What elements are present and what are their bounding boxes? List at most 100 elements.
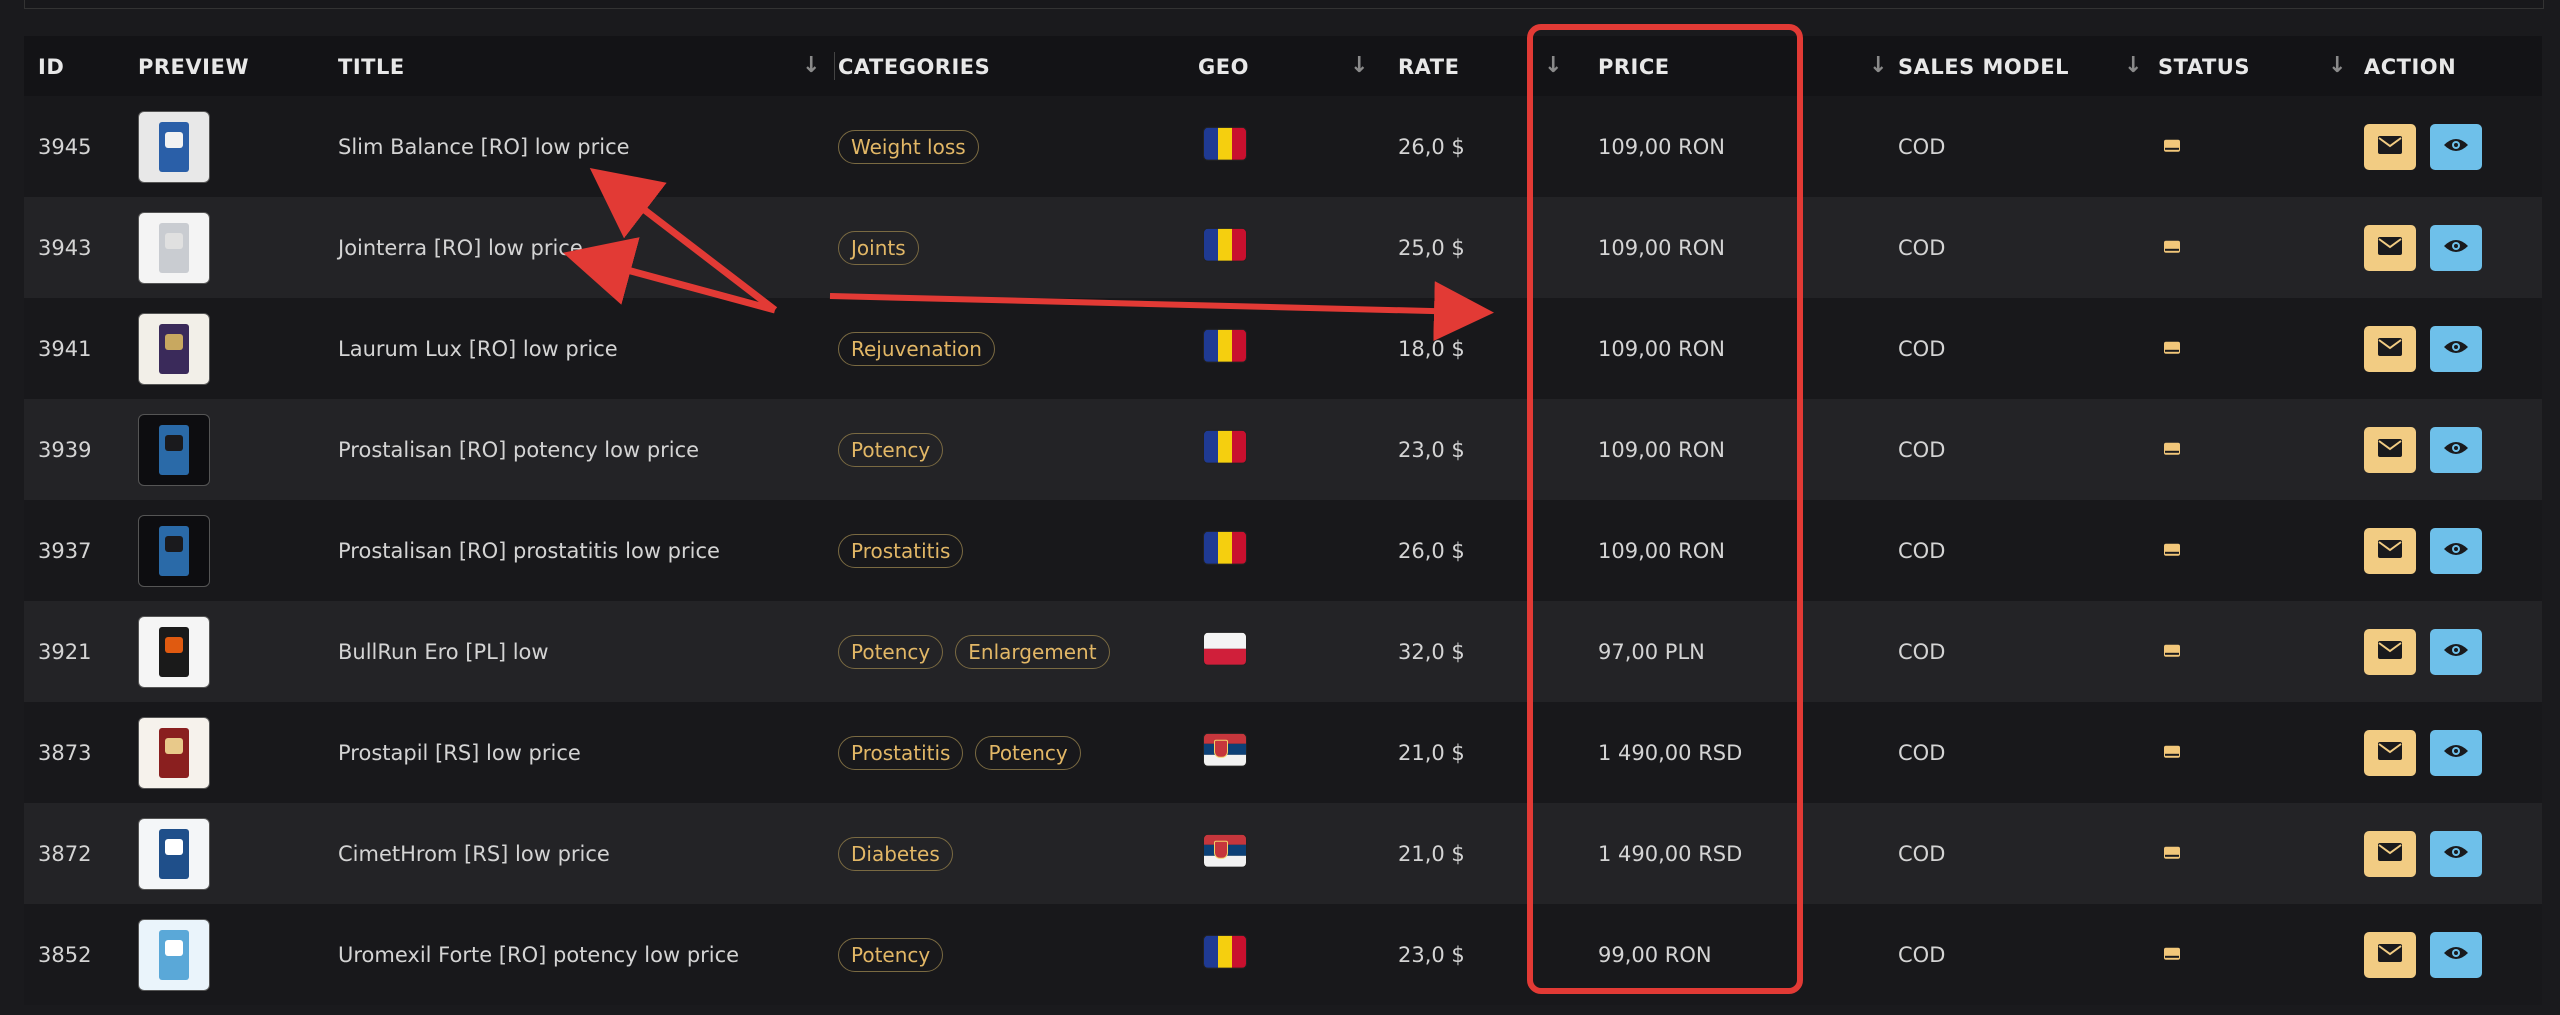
view-offer-button[interactable]	[2430, 729, 2482, 776]
arrow-down-icon[interactable]: ↓	[2124, 53, 2143, 78]
send-mail-button[interactable]	[2364, 729, 2416, 776]
cell-title[interactable]: Prostalisan [RO] prostatitis low price	[324, 500, 824, 601]
product-thumbnail[interactable]	[138, 918, 210, 991]
cell-preview[interactable]	[124, 904, 324, 1005]
cell-action	[2364, 500, 2542, 601]
offer-title-link[interactable]: Prostalisan [RO] potency low price	[338, 438, 699, 462]
product-thumbnail[interactable]	[138, 615, 210, 688]
category-tag[interactable]: Enlargement	[955, 634, 1110, 669]
cell-title[interactable]: BullRun Ero [PL] low	[324, 601, 824, 702]
cell-preview[interactable]	[124, 399, 324, 500]
col-header-geo[interactable]: GEO ↓	[1184, 36, 1384, 96]
category-tag[interactable]: Weight loss	[838, 129, 979, 164]
table-row[interactable]: 3921 BullRun Ero [PL] low Potency Enlarge…	[24, 601, 2542, 702]
view-offer-button[interactable]	[2430, 830, 2482, 877]
cell-title[interactable]: Prostalisan [RO] potency low price	[324, 399, 824, 500]
view-offer-button[interactable]	[2430, 123, 2482, 170]
cell-preview[interactable]	[124, 197, 324, 298]
view-offer-button[interactable]	[2430, 931, 2482, 978]
offer-title-link[interactable]: Prostalisan [RO] prostatitis low price	[338, 539, 720, 563]
offer-title-link[interactable]: Uromexil Forte [RO] potency low price	[338, 943, 739, 967]
cell-categories: Potency Enlargement	[824, 601, 1184, 702]
view-offer-button[interactable]	[2430, 224, 2482, 271]
cell-preview[interactable]	[124, 601, 324, 702]
product-thumbnail[interactable]	[138, 312, 210, 385]
cell-sales-model: COD	[1898, 639, 1946, 664]
view-offer-button[interactable]	[2430, 527, 2482, 574]
cell-geo	[1184, 702, 1384, 803]
offer-title-link[interactable]: CimetHrom [RS] low price	[338, 842, 610, 866]
col-header-status[interactable]: STATUS ↓	[2144, 36, 2364, 96]
cell-preview[interactable]	[124, 96, 324, 197]
view-offer-button[interactable]	[2430, 628, 2482, 675]
table-row[interactable]: 3945 Slim Balance [RO] low price Weight …	[24, 96, 2542, 197]
eye-icon	[2443, 338, 2469, 359]
category-tag[interactable]: Joints	[838, 230, 919, 265]
col-header-rate[interactable]: RATE ↓	[1384, 36, 1584, 96]
flag-ro-icon	[1204, 228, 1246, 261]
cell-sales-model: COD	[1898, 134, 1946, 159]
cell-title[interactable]: CimetHrom [RS] low price	[324, 803, 824, 904]
cell-title[interactable]: Prostapil [RS] low price	[324, 702, 824, 803]
arrow-down-icon[interactable]: ↓	[802, 53, 821, 78]
product-thumbnail[interactable]	[138, 413, 210, 486]
category-tag[interactable]: Potency	[838, 937, 944, 972]
arrow-down-icon[interactable]: ↓	[1350, 53, 1369, 78]
send-mail-button[interactable]	[2364, 123, 2416, 170]
product-thumbnail[interactable]	[138, 110, 210, 183]
cell-preview[interactable]	[124, 500, 324, 601]
send-mail-button[interactable]	[2364, 325, 2416, 372]
send-mail-button[interactable]	[2364, 426, 2416, 473]
cell-title[interactable]: Jointerra [RO] low price	[324, 197, 824, 298]
cell-status	[2144, 904, 2364, 1005]
cell-preview[interactable]	[124, 702, 324, 803]
col-header-id[interactable]: ID	[24, 36, 124, 96]
table-row[interactable]: 3941 Laurum Lux [RO] low price Rejuvenat…	[24, 298, 2542, 399]
product-thumbnail[interactable]	[138, 211, 210, 284]
arrow-down-icon[interactable]: ↓	[2328, 53, 2347, 78]
col-header-price[interactable]: PRICE ↓	[1584, 36, 1887, 96]
category-tag[interactable]: Prostatitis	[838, 735, 964, 770]
cell-rate: 23,0 $	[1398, 942, 1465, 967]
cell-geo	[1184, 298, 1384, 399]
send-mail-button[interactable]	[2364, 628, 2416, 675]
cell-action	[2364, 702, 2542, 803]
cell-sales-model: COD	[1898, 437, 1946, 462]
cell-title[interactable]: Laurum Lux [RO] low price	[324, 298, 824, 399]
product-thumbnail[interactable]	[138, 514, 210, 587]
view-offer-button[interactable]	[2430, 426, 2482, 473]
offer-title-link[interactable]: Slim Balance [RO] low price	[338, 135, 630, 159]
cell-title[interactable]: Uromexil Forte [RO] potency low price	[324, 904, 824, 1005]
arrow-down-icon[interactable]: ↓	[1544, 53, 1563, 78]
offer-title-link[interactable]: Laurum Lux [RO] low price	[338, 337, 618, 361]
category-tag[interactable]: Diabetes	[838, 836, 953, 871]
category-tag[interactable]: Rejuvenation	[838, 331, 995, 366]
offer-title-link[interactable]: BullRun Ero [PL] low	[338, 640, 549, 664]
table-row[interactable]: 3852 Uromexil Forte [RO] potency low pri…	[24, 904, 2542, 1005]
category-tag[interactable]: Potency	[975, 735, 1081, 770]
category-tag[interactable]: Prostatitis	[838, 533, 964, 568]
table-row[interactable]: 3873 Prostapil [RS] low price Prostatiti…	[24, 702, 2542, 803]
offer-title-link[interactable]: Jointerra [RO] low price	[338, 236, 583, 260]
col-header-sales-model[interactable]: SALES MODEL ↓	[1884, 36, 2144, 96]
send-mail-button[interactable]	[2364, 224, 2416, 271]
cell-title[interactable]: Slim Balance [RO] low price	[324, 96, 824, 197]
offer-title-link[interactable]: Prostapil [RS] low price	[338, 741, 581, 765]
table-row[interactable]: 3937 Prostalisan [RO] prostatitis low pr…	[24, 500, 2542, 601]
category-tag[interactable]: Potency	[838, 432, 944, 467]
product-thumbnail[interactable]	[138, 716, 210, 789]
category-tag[interactable]: Potency	[838, 634, 944, 669]
view-offer-button[interactable]	[2430, 325, 2482, 372]
col-header-title[interactable]: TITLE ↓	[324, 36, 835, 96]
product-thumbnail[interactable]	[138, 817, 210, 890]
cell-preview[interactable]	[124, 298, 324, 399]
send-mail-button[interactable]	[2364, 830, 2416, 877]
table-row[interactable]: 3872 CimetHrom [RS] low price Diabetes 2…	[24, 803, 2542, 904]
table-row[interactable]: 3943 Jointerra [RO] low price Joints 25,…	[24, 197, 2542, 298]
table-row[interactable]: 3939 Prostalisan [RO] potency low price …	[24, 399, 2542, 500]
send-mail-button[interactable]	[2364, 931, 2416, 978]
send-mail-button[interactable]	[2364, 527, 2416, 574]
cell-sales-model: COD	[1898, 336, 1946, 361]
cell-categories: Prostatitis Potency	[824, 702, 1184, 803]
cell-preview[interactable]	[124, 803, 324, 904]
